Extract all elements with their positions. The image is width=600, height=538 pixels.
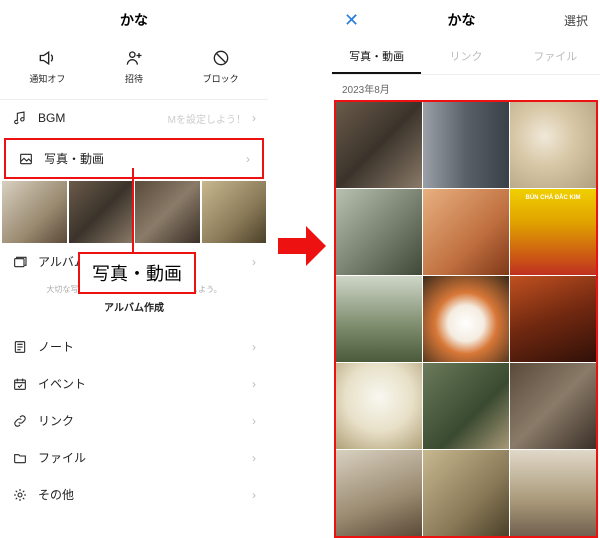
gallery-tabs: 写真・動画 リンク ファイル	[332, 40, 600, 75]
bgm-label: BGM	[38, 111, 65, 125]
bgm-hint: Mを設定しよう！	[168, 111, 246, 126]
photo-cell[interactable]	[510, 189, 596, 275]
photo-cell[interactable]	[336, 450, 422, 536]
block-icon	[211, 48, 231, 68]
event-label: イベント	[38, 375, 86, 392]
link-label: リンク	[38, 412, 74, 429]
chevron-right-icon: ›	[252, 414, 256, 428]
person-plus-icon	[124, 48, 144, 68]
arrow-icon	[276, 224, 328, 268]
other-label: その他	[38, 486, 74, 503]
photo-cell[interactable]	[510, 276, 596, 362]
photo-cell[interactable]	[336, 363, 422, 449]
gallery-title: かな	[448, 10, 476, 30]
gear-icon	[12, 487, 28, 503]
tab-file[interactable]: ファイル	[511, 40, 600, 74]
invite-label: 招待	[125, 72, 143, 85]
header: かな	[0, 0, 268, 40]
speaker-icon	[37, 48, 57, 68]
photo-cell[interactable]	[423, 450, 509, 536]
image-icon	[18, 151, 34, 167]
event-row[interactable]: イベント ›	[0, 365, 268, 402]
music-icon	[12, 110, 28, 126]
thumbnail[interactable]	[202, 181, 267, 243]
action-row: 通知オフ 招待 ブロック	[0, 40, 268, 100]
tab-photos[interactable]: 写真・動画	[332, 40, 421, 74]
date-header: 2023年8月	[332, 75, 600, 100]
link-row[interactable]: リンク ›	[0, 402, 268, 439]
note-row[interactable]: ノート ›	[0, 328, 268, 365]
chevron-right-icon: ›	[252, 488, 256, 502]
photo-cell[interactable]	[510, 102, 596, 188]
select-button[interactable]: 選択	[564, 12, 588, 29]
calendar-icon	[12, 376, 28, 392]
chevron-right-icon: ›	[252, 340, 256, 354]
photo-grid	[336, 102, 596, 536]
bgm-row[interactable]: BGM Mを設定しよう！ ›	[0, 100, 268, 136]
photo-cell[interactable]	[423, 189, 509, 275]
file-row[interactable]: ファイル ›	[0, 439, 268, 476]
photos-videos-row[interactable]: 写真・動画 ›	[4, 138, 264, 179]
photo-cell[interactable]	[336, 102, 422, 188]
note-label: ノート	[38, 338, 74, 355]
photo-cell[interactable]	[510, 363, 596, 449]
photo-cell[interactable]	[336, 189, 422, 275]
create-album-button[interactable]: アルバム作成	[0, 299, 268, 314]
chat-title: かな	[120, 10, 148, 30]
thumbnail[interactable]	[69, 181, 134, 243]
folder-icon	[12, 450, 28, 466]
thumbnail[interactable]	[2, 181, 67, 243]
photo-grid-highlight	[334, 100, 598, 538]
photos-gallery-screen: ✕ かな 選択 写真・動画 リンク ファイル 2023年8月	[332, 0, 600, 522]
album-icon	[12, 254, 28, 270]
annotation-line	[132, 168, 134, 254]
mute-label: 通知オフ	[29, 72, 65, 85]
gallery-header: ✕ かな 選択	[332, 0, 600, 40]
block-label: ブロック	[203, 72, 239, 85]
link-icon	[12, 413, 28, 429]
other-row[interactable]: その他 ›	[0, 476, 268, 513]
chevron-right-icon: ›	[252, 451, 256, 465]
close-icon[interactable]: ✕	[344, 10, 359, 31]
chevron-right-icon: ›	[252, 111, 256, 125]
mute-button[interactable]: 通知オフ	[29, 48, 65, 85]
tab-link[interactable]: リンク	[421, 40, 510, 74]
chevron-right-icon: ›	[252, 377, 256, 391]
block-button[interactable]: ブロック	[203, 48, 239, 85]
file-label: ファイル	[38, 449, 86, 466]
annotation-callout: 写真・動画	[78, 252, 196, 294]
invite-button[interactable]: 招待	[124, 48, 144, 85]
photo-cell[interactable]	[423, 102, 509, 188]
photo-cell[interactable]	[510, 450, 596, 536]
photo-cell[interactable]	[423, 363, 509, 449]
photo-thumbnails[interactable]	[0, 181, 268, 243]
photo-cell[interactable]	[423, 276, 509, 362]
note-icon	[12, 339, 28, 355]
photos-label: 写真・動画	[44, 150, 104, 167]
thumbnail[interactable]	[135, 181, 200, 243]
photo-cell[interactable]	[336, 276, 422, 362]
chat-settings-screen: かな 通知オフ 招待 ブロック BGM Mを設定しよう！ ›	[0, 0, 268, 522]
chevron-right-icon: ›	[246, 152, 250, 166]
chevron-right-icon: ›	[252, 255, 256, 269]
